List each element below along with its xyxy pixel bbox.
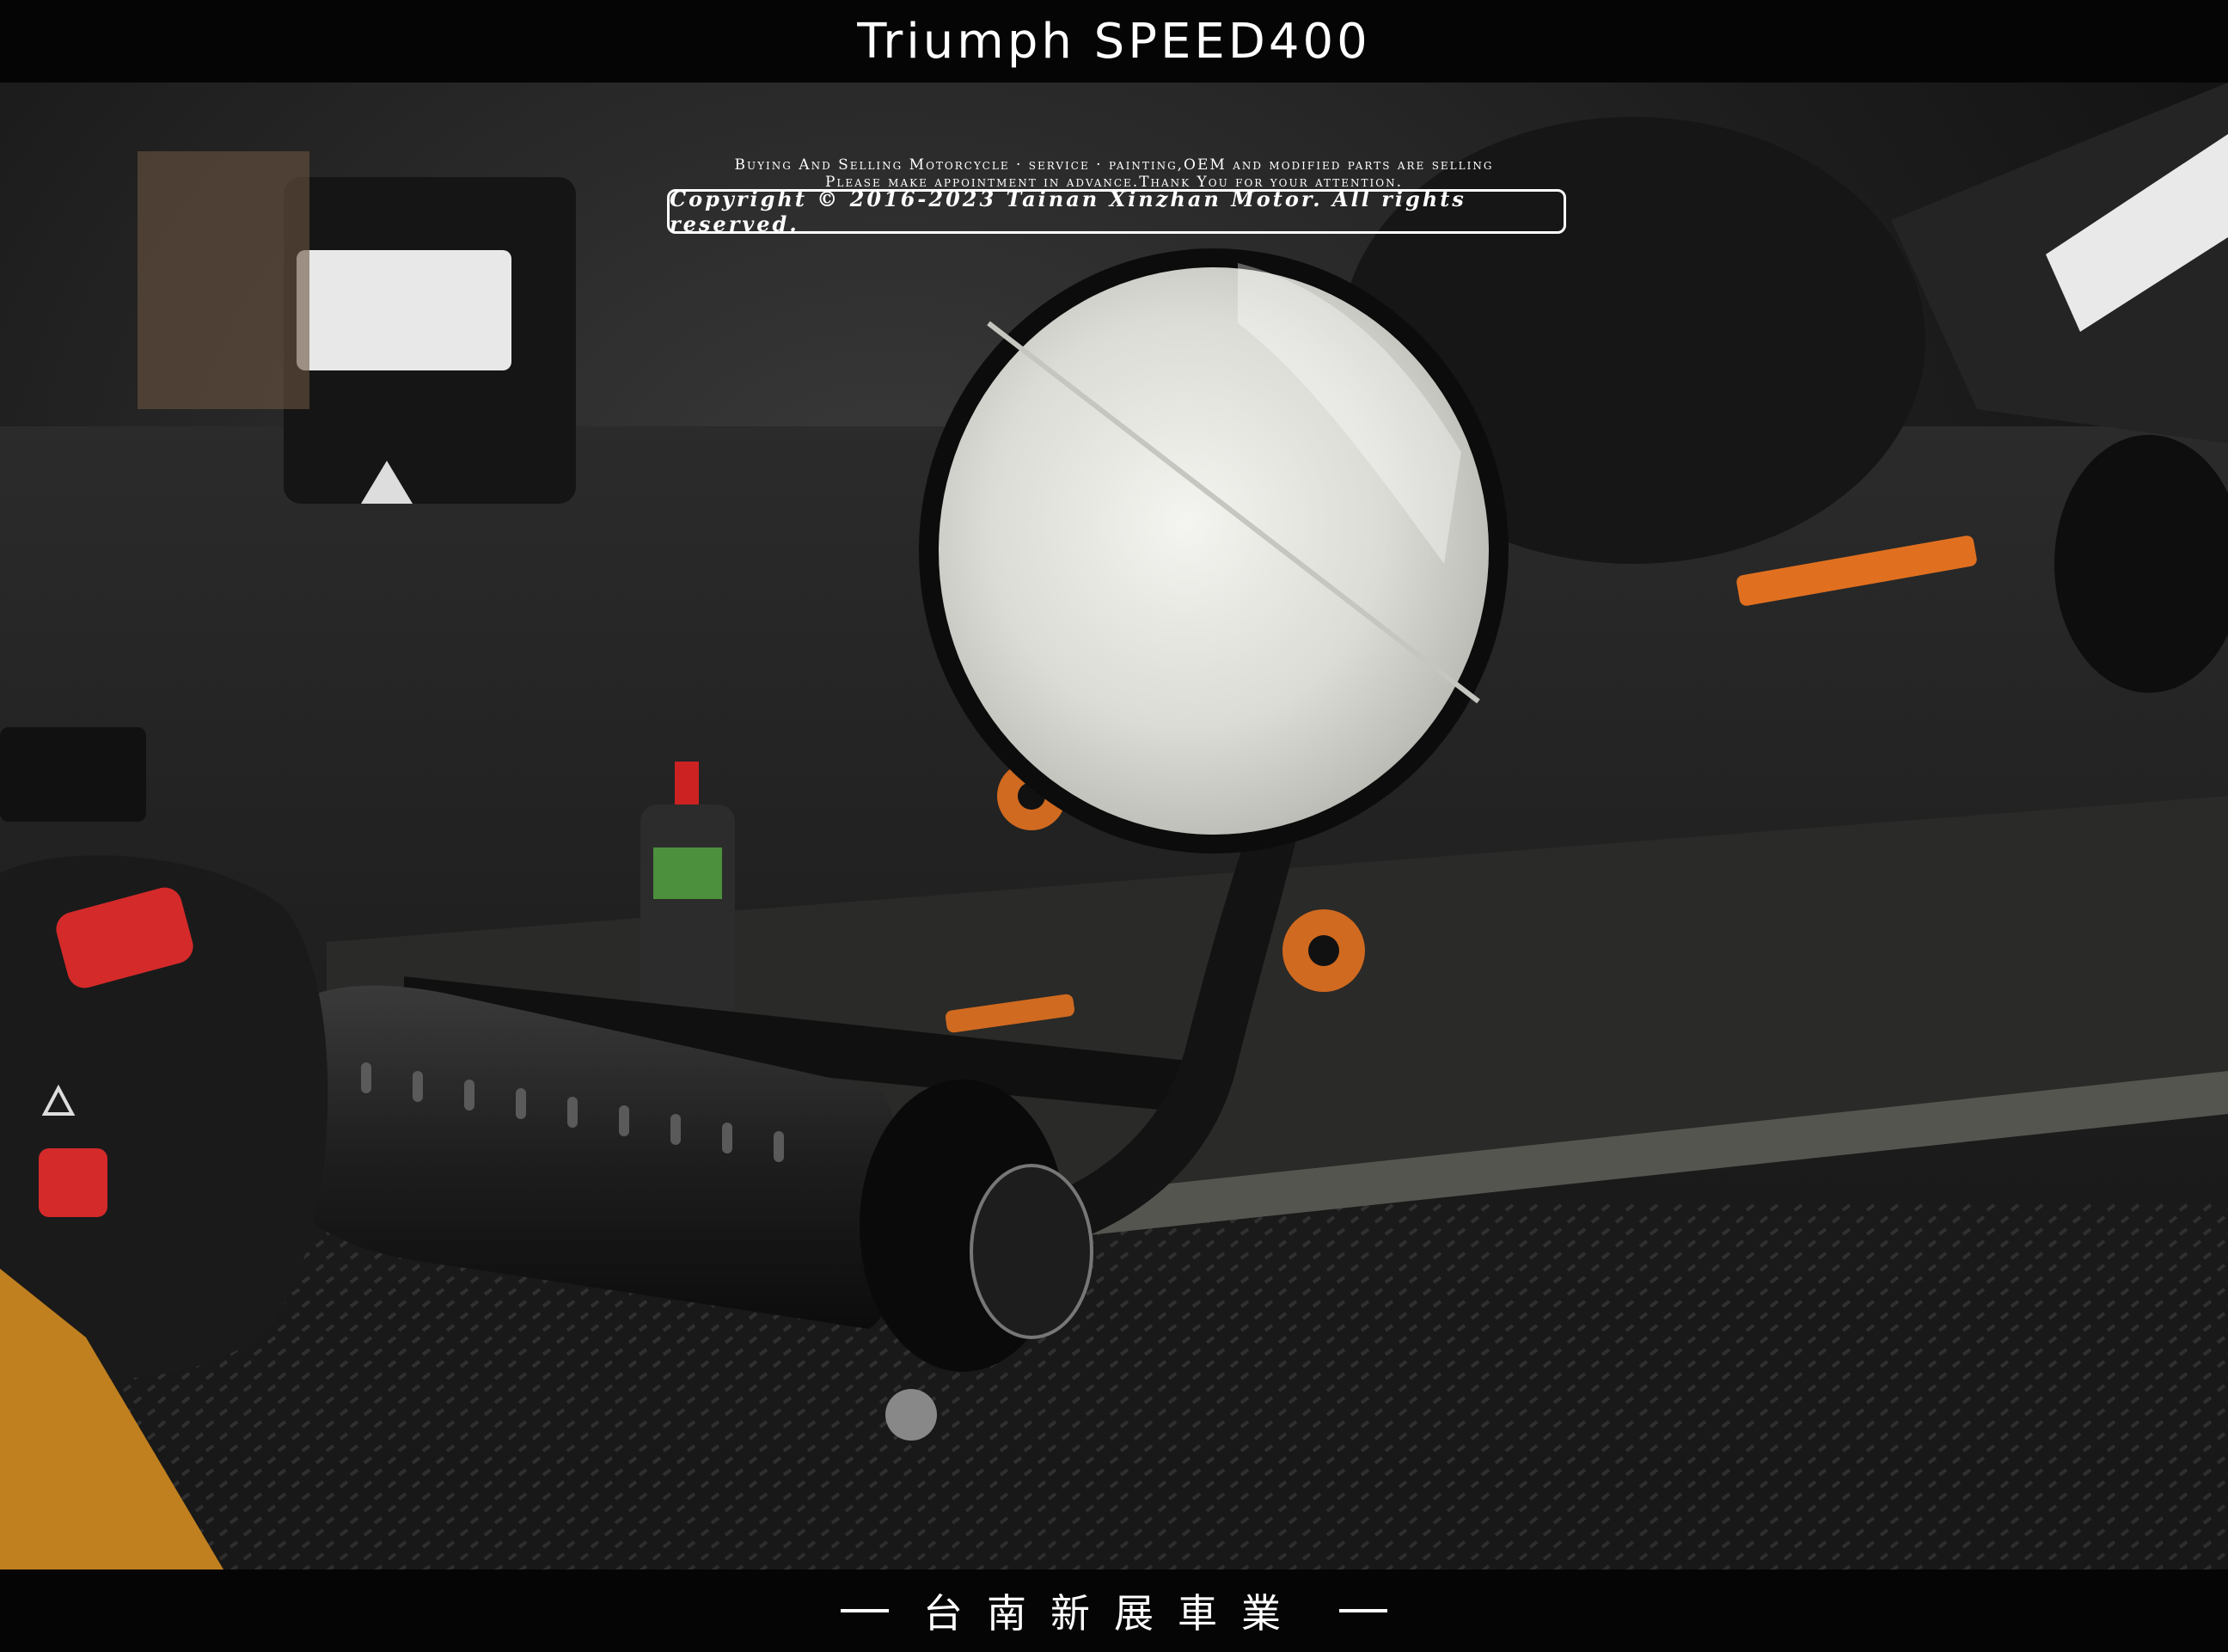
- photo-title: Triumph SPEED400: [857, 13, 1371, 70]
- spray-can-label: [653, 847, 722, 899]
- bar-end-cap: [970, 1164, 1093, 1339]
- spray-can-cap: [675, 762, 699, 805]
- clamp-screw: [885, 1389, 937, 1441]
- service-line-2: Please make appointment in advance.Thank…: [824, 174, 1404, 191]
- service-line-1: Buying And Selling Motorcycle · service …: [734, 156, 1494, 174]
- master-cylinder: [0, 727, 146, 822]
- background-boxes: [138, 151, 309, 409]
- copyright-watermark: Copyright © 2016-2023 Tainan Xinzhan Mot…: [667, 187, 1566, 236]
- photo-scene: [0, 83, 2228, 1569]
- start-button: [39, 1148, 107, 1217]
- service-notice: Buying And Selling Motorcycle · service …: [602, 156, 1626, 191]
- bottom-title-bar: 台南新展車業: [0, 1569, 2228, 1652]
- mirror-glass: [939, 267, 1489, 835]
- top-title-bar: Triumph SPEED400: [0, 0, 2228, 83]
- spool-hub-2: [1308, 935, 1339, 966]
- left-dash: [841, 1609, 889, 1612]
- footer-title: 台南新展車業: [841, 1582, 1387, 1639]
- checker-plate-floor: [0, 1200, 2228, 1569]
- copyright-text: Copyright © 2016-2023 Tainan Xinzhan Mot…: [670, 187, 1466, 236]
- license-plate: [297, 250, 511, 370]
- motorcycle-mirror-photo: Copyright © 2016-2023 Tainan Xinzhan Mot…: [0, 83, 2228, 1569]
- footer-title-text: 台南新展車業: [923, 1590, 1305, 1637]
- right-dash: [1339, 1609, 1387, 1612]
